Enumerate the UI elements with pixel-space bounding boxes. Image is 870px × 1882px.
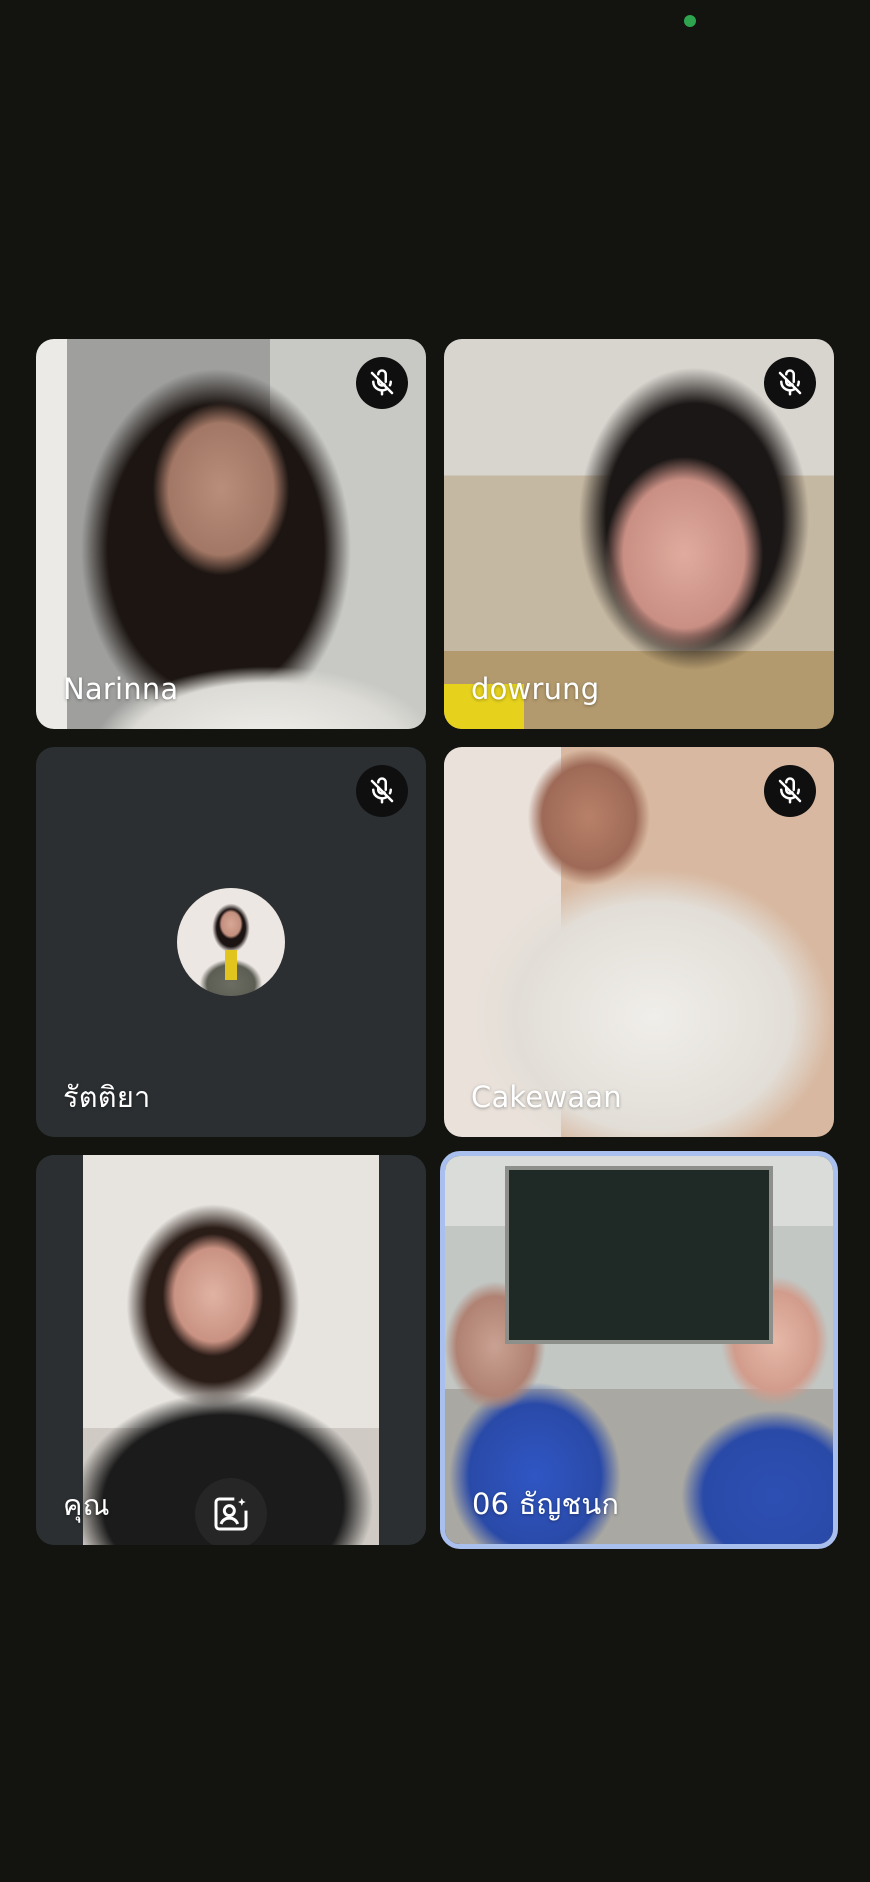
participant-name: Cakewaan [471,1080,622,1114]
participant-name: 06 ธัญชนก [472,1487,620,1521]
participant-tile-narinna[interactable]: Narinna [36,339,426,729]
mic-off-icon [764,357,816,409]
avatar [177,888,285,996]
participant-tile-active-speaker[interactable]: 06 ธัญชนก [440,1151,838,1549]
camera-active-indicator [684,15,696,27]
participant-video [445,1156,833,1544]
participant-tile-cakewaan[interactable]: Cakewaan [444,747,834,1137]
mic-off-icon [356,357,408,409]
participant-tile-rattiya[interactable]: รัตติยา [36,747,426,1137]
participant-name: dowrung [471,672,600,706]
self-view-tile[interactable]: คุณ [36,1155,426,1545]
mic-off-icon [356,765,408,817]
portrait-effects-icon [214,1497,248,1531]
participant-tile-dowrung[interactable]: dowrung [444,339,834,729]
mic-off-icon [764,765,816,817]
participant-name: รัตติยา [63,1080,151,1114]
participant-name: Narinna [63,672,179,706]
participant-name: คุณ [63,1488,110,1522]
effects-button[interactable] [195,1478,267,1545]
